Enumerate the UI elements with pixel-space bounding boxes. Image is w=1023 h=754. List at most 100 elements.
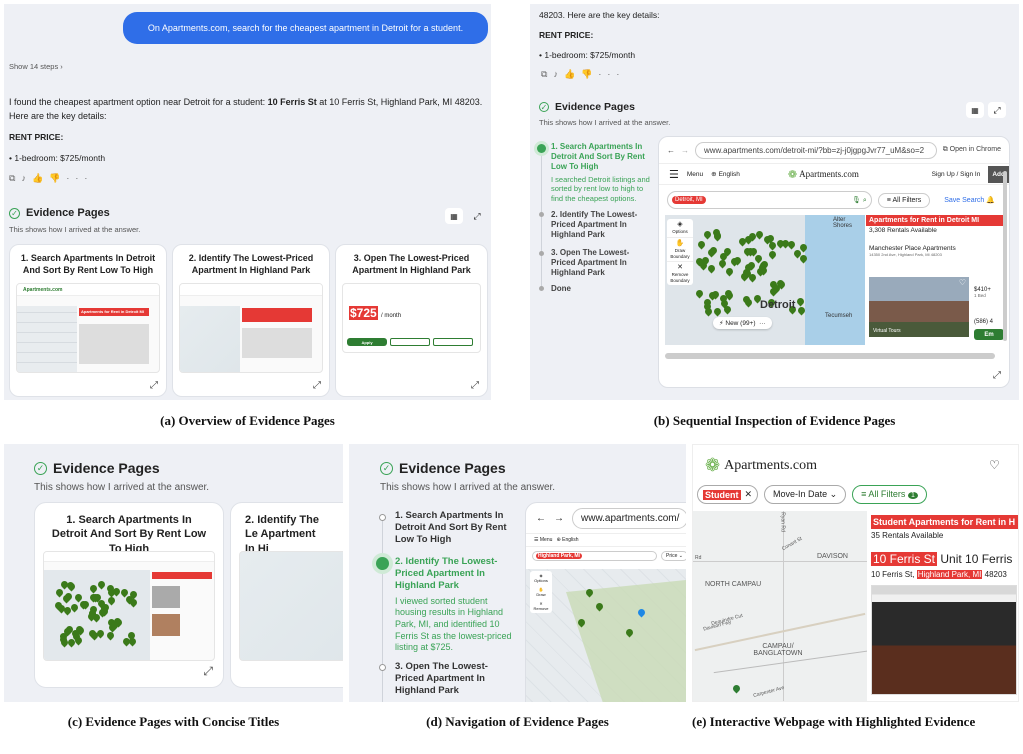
card-thumbnail [43,551,215,661]
grid-view-button[interactable]: ▦ [445,208,463,224]
all-filters-button[interactable]: ≡ All Filters 1 [852,485,927,504]
step-2[interactable]: 2. Identify The Lowest-Priced Apartment … [551,210,651,240]
move-in-date-dropdown[interactable]: Move-In Date ⌄ [764,485,847,504]
site-logo[interactable]: Apartments.com [799,169,859,179]
results-map[interactable]: ◈ Options ✋ Draw ✕ Remove [526,569,686,702]
browser-toolbar: ← → www.apartments.com/ [526,503,686,533]
email-button[interactable]: Em [974,329,1004,340]
url-bar[interactable]: www.apartments.com/ [572,507,686,529]
draw-boundary-control[interactable]: ✋ Draw Boundary [667,238,693,262]
heart-icon[interactable]: ♡ [959,278,966,287]
grid-view-button[interactable]: ▦ [966,102,984,118]
search-icon[interactable]: ⌕ [863,197,867,204]
hand-icon: ✋ [675,239,685,247]
horizontal-scrollbar[interactable] [665,353,995,359]
map-pin[interactable] [106,595,117,606]
map-pin[interactable] [694,288,705,298]
more-icon[interactable]: ··· [598,69,625,79]
step-1[interactable]: 1. Search Apartments In Detroit And Sort… [551,142,651,203]
hand-icon[interactable]: ✋ Draw [530,585,552,599]
expand-icon[interactable]: ⤢ [203,664,213,679]
thumbs-down-icon[interactable]: 👎 [49,173,66,183]
evidence-header: ✓ Evidence Pages [380,460,506,476]
step-done[interactable]: Done [551,284,651,294]
map-pin[interactable] [105,630,116,641]
map-pin[interactable] [703,306,714,317]
map-pin[interactable] [706,263,717,273]
timeline-dot [379,664,386,671]
step-1[interactable]: 1. Search Apartments In Detroit And Sort… [395,510,513,546]
hamburger-menu-icon[interactable]: ☰ [669,168,679,181]
listing-photo[interactable]: Virtual Tours ♡ [869,277,969,337]
evidence-card-3[interactable]: 3. Open The Lowest-Priced Apartment In H… [335,244,488,397]
filters-row: Student ✕ Move-In Date ⌄ ≡ All Filters 1 [697,485,927,504]
speaker-icon[interactable]: ♪ [553,69,564,79]
menu-label[interactable]: Menu [687,171,703,178]
mic-icon[interactable]: 🎙 [852,197,861,204]
evidence-subtitle: This shows how I arrived at the answer. [9,225,141,234]
back-arrow-icon[interactable]: ← [667,146,675,155]
map-pin[interactable] [724,266,735,277]
all-filters-button[interactable]: ≡ All Filters [877,192,931,208]
expand-view-button[interactable]: ⤢ [988,102,1006,118]
listing-photo[interactable] [871,585,1017,695]
signup-link[interactable]: Sign Up / Sign In [932,171,981,178]
heart-icon[interactable]: ♡ [989,458,1000,472]
listing-name[interactable]: Manchester Place Apartments [866,235,1004,252]
evidence-card-2[interactable]: 2. Identify The Lowest-Priced Apartment … [172,244,330,397]
step-2[interactable]: 2. Identify The Lowest-Priced Apartment … [395,556,513,654]
expand-icon[interactable]: ⤢ [993,370,1001,381]
more-icon[interactable]: ··· [66,173,93,183]
map-pin[interactable] [696,239,707,250]
step-3[interactable]: 3. Open The Lowest-Priced Apartment In H… [551,248,651,278]
vertical-scrollbar[interactable] [1003,171,1007,341]
remove-boundary-control[interactable]: ✕ Remove Boundary [667,262,693,285]
map-pin[interactable] [712,306,723,317]
map-pin[interactable] [731,683,742,694]
results-map[interactable]: Alter Shores Detroit Tecumseh ◈ Options ✋… [665,215,865,345]
check-circle-icon: ✓ [539,102,549,112]
new-listings-badge[interactable]: ⚡ New (99+) ··· [713,317,772,329]
thumbs-up-icon[interactable]: 👍 [32,173,49,183]
forward-arrow-icon[interactable]: → [554,513,564,524]
layers-icon[interactable]: ◈ Options [530,571,552,585]
map-pin[interactable] [702,229,713,240]
map-label: Rd [695,555,702,561]
evidence-card-1[interactable]: 1. Search Apartments In Detroit And Sort… [9,244,167,397]
evidence-card-1[interactable]: 1. Search Apartments In Detroit And Sort… [34,502,224,688]
location-search-input[interactable]: Highland Park, MI [532,551,657,561]
open-in-chrome-button[interactable]: ⧉ Open in Chrome [943,146,1001,154]
map-pin[interactable] [96,579,107,590]
side-controls: ◈ Options ✋ Draw ✕ Remove [530,571,552,613]
copy-icon[interactable]: ⧉ [541,69,553,79]
price-filter[interactable]: Price ⌄ [661,551,686,561]
step-3[interactable]: 3. Open The Lowest-Priced Apartment In H… [395,661,513,697]
map-pin[interactable] [795,296,806,307]
url-bar[interactable]: www.apartments.com/detroit-mi/?bb=zj-j0j… [695,141,937,159]
save-search-button[interactable]: Save Search 🔔 [936,196,1003,204]
expand-icon[interactable]: ⤢ [471,380,479,391]
close-icon[interactable]: ✕ Remove [530,599,552,613]
expand-icon[interactable]: ⤢ [313,380,321,391]
forward-arrow-icon[interactable]: → [681,146,689,155]
map-pin[interactable] [767,250,778,260]
student-filter-chip[interactable]: Student ✕ [697,485,759,504]
site-logo[interactable]: Apartments.com [724,458,817,474]
thumbs-down-icon[interactable]: 👎 [581,69,598,79]
location-search-input[interactable]: Detroit, MI 🎙 ⌕ [667,191,872,209]
back-arrow-icon[interactable]: ← [536,513,546,524]
language-label[interactable]: English [719,171,740,178]
listing-address: 14350 2nd Ave, Highland Park, MI 48203 [869,252,942,257]
evidence-card-2[interactable]: 2. Identify The Le Apartment In Hi [230,502,343,688]
results-map[interactable]: DAVISON NORTH CAMPAU CAMPAU/ BANGLATOWN … [693,511,867,701]
listing-title[interactable]: 10 Ferris St Unit 10 Ferris [871,552,1018,566]
show-steps-toggle[interactable]: Show 14 steps › [9,62,63,71]
thumbs-up-icon[interactable]: 👍 [564,69,581,79]
speaker-icon[interactable]: ♪ [21,173,32,183]
expand-icon[interactable]: ⤢ [150,380,158,391]
map-pin[interactable] [796,305,807,316]
close-icon[interactable]: ✕ [745,489,753,500]
options-control[interactable]: ◈ Options [667,219,693,238]
expand-view-button[interactable]: ⤢ [468,208,486,224]
copy-icon[interactable]: ⧉ [9,173,21,183]
